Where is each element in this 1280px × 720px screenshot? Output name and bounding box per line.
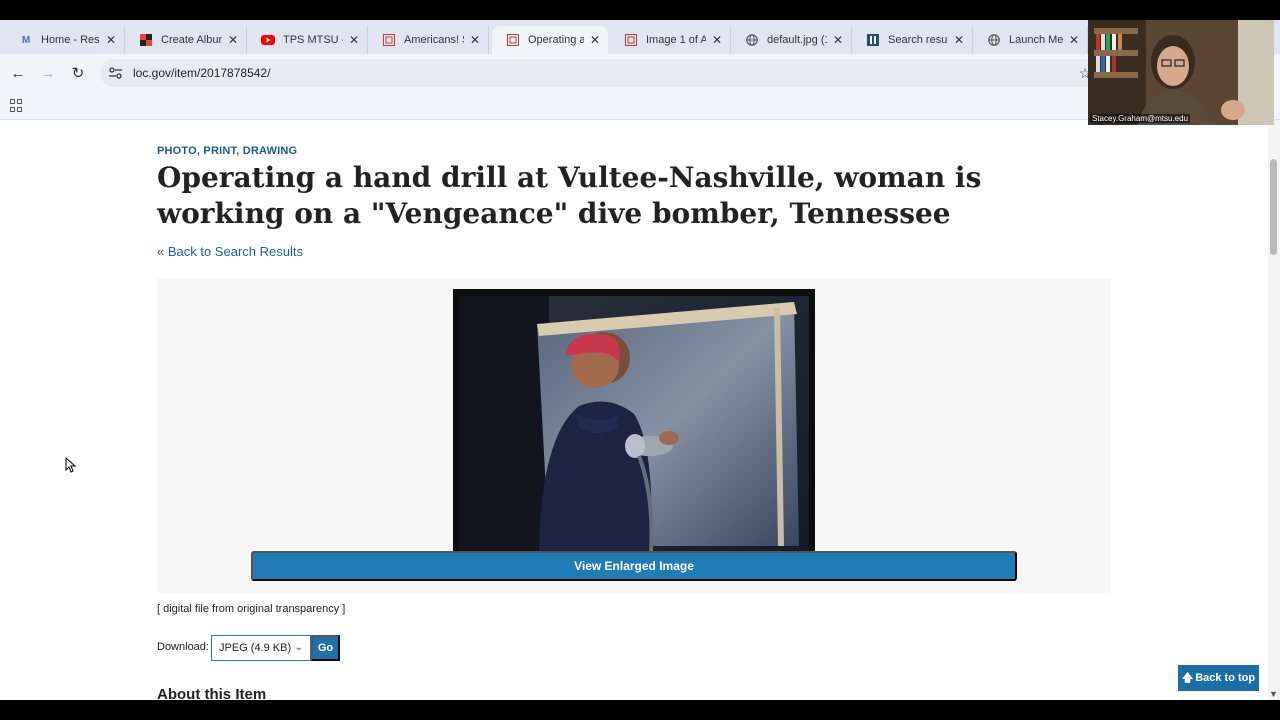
screen-top-bar bbox=[0, 0, 1280, 20]
close-icon[interactable]: ✕ bbox=[228, 33, 238, 47]
webcam-overlay: Stacey.Graham@mtsu.edu bbox=[1088, 20, 1274, 125]
loc-logo-icon bbox=[624, 33, 638, 47]
reload-icon[interactable]: ↻ bbox=[67, 62, 89, 84]
item-photo[interactable] bbox=[459, 296, 809, 551]
youtube-icon bbox=[261, 33, 275, 47]
screen: M Home - Reso ✕ Create Album ✕ TPS MTSU … bbox=[0, 0, 1280, 720]
scrollbar-thumb[interactable] bbox=[1270, 159, 1277, 255]
webcam-participant-name: Stacey.Graham@mtsu.edu bbox=[1090, 114, 1191, 123]
tab-operating-active[interactable]: Operating a h ✕ bbox=[492, 26, 608, 54]
scroll-down-arrow-icon[interactable]: ▼ bbox=[1269, 689, 1278, 699]
loc-logo-icon bbox=[382, 33, 396, 47]
tab-image-1[interactable]: Image 1 of Ar ✕ bbox=[610, 26, 731, 54]
loc-logo-icon bbox=[506, 33, 520, 47]
screen-bottom-bar bbox=[0, 700, 1280, 720]
download-format-value: JPEG (4.9 KB) bbox=[219, 642, 292, 654]
page-content: PHOTO, PRINT, DRAWING Operating a hand d… bbox=[0, 120, 1268, 700]
tab-title: Home - Reso bbox=[41, 34, 100, 46]
download-label: Download: bbox=[157, 641, 209, 653]
back-arrow-icon[interactable]: ← bbox=[7, 62, 29, 84]
address-url: loc.gov/item/2017878542/ bbox=[133, 66, 271, 80]
item-category[interactable]: PHOTO, PRINT, DRAWING bbox=[157, 145, 297, 157]
tab-launch-meeting[interactable]: Launch Meeti ✕ bbox=[973, 26, 1088, 54]
tab-americans[interactable]: Americans! Sl ✕ bbox=[368, 26, 489, 54]
about-this-item-heading: About this Item bbox=[157, 686, 267, 700]
download-go-button[interactable]: Go bbox=[311, 635, 340, 661]
close-icon[interactable]: ✕ bbox=[954, 33, 964, 47]
back-to-top-label: Back to top bbox=[1195, 672, 1256, 684]
tab-home[interactable]: M Home - Reso ✕ bbox=[5, 26, 125, 54]
tab-title: Image 1 of Ar bbox=[646, 34, 706, 46]
tab-search-result[interactable]: Search result ✕ bbox=[852, 26, 973, 54]
loc-logo-icon bbox=[866, 33, 880, 47]
globe-icon bbox=[987, 33, 1001, 47]
tab-create-album[interactable]: Create Album ✕ bbox=[125, 26, 247, 54]
tab-title: TPS MTSU - Y bbox=[283, 34, 343, 46]
site-info-icon[interactable] bbox=[109, 66, 123, 80]
close-icon[interactable]: ✕ bbox=[106, 33, 116, 47]
globe-icon bbox=[745, 33, 759, 47]
page-scrollbar[interactable]: ▼ bbox=[1268, 120, 1280, 700]
back-to-top-button[interactable]: 🡅 Back to top bbox=[1178, 665, 1259, 691]
tab-title: default.jpg (1( bbox=[767, 34, 827, 46]
forward-arrow-icon[interactable]: → bbox=[37, 62, 59, 84]
image-caption: [ digital file from original transparenc… bbox=[157, 603, 346, 615]
close-icon[interactable]: ✕ bbox=[1069, 33, 1079, 47]
close-icon[interactable]: ✕ bbox=[349, 33, 359, 47]
mtsu-logo-icon: M bbox=[21, 34, 31, 46]
close-icon[interactable]: ✕ bbox=[470, 33, 480, 47]
address-bar[interactable]: loc.gov/item/2017878542/ bbox=[100, 59, 1100, 87]
close-icon[interactable]: ✕ bbox=[712, 33, 722, 47]
chevron-down-icon: ⌄ bbox=[294, 642, 303, 653]
tab-title: Americans! Sl bbox=[404, 34, 464, 46]
photo-frame bbox=[453, 289, 815, 551]
close-icon[interactable]: ✕ bbox=[590, 33, 600, 47]
google-photos-icon bbox=[139, 33, 153, 47]
download-format-select[interactable]: JPEG (4.9 KB) ⌄ bbox=[211, 635, 311, 661]
apps-grid-icon[interactable] bbox=[10, 99, 23, 112]
arrow-up-icon: 🡅 bbox=[1181, 671, 1194, 684]
image-viewer: View Enlarged Image bbox=[157, 278, 1111, 593]
tab-title: Search result bbox=[888, 34, 948, 46]
tab-title: Launch Meeti bbox=[1009, 34, 1063, 46]
back-to-search-results-link[interactable]: « Back to Search Results bbox=[157, 244, 303, 259]
view-enlarged-image-button[interactable]: View Enlarged Image bbox=[251, 551, 1017, 581]
tab-title: Operating a h bbox=[528, 34, 584, 46]
page-title: Operating a hand drill at Vultee-Nashvil… bbox=[157, 161, 982, 230]
tab-tps-mtsu[interactable]: TPS MTSU - Y ✕ bbox=[247, 26, 368, 54]
tab-default-jpg[interactable]: default.jpg (1( ✕ bbox=[731, 26, 852, 54]
tab-title: Create Album bbox=[161, 34, 222, 46]
close-icon[interactable]: ✕ bbox=[833, 33, 843, 47]
